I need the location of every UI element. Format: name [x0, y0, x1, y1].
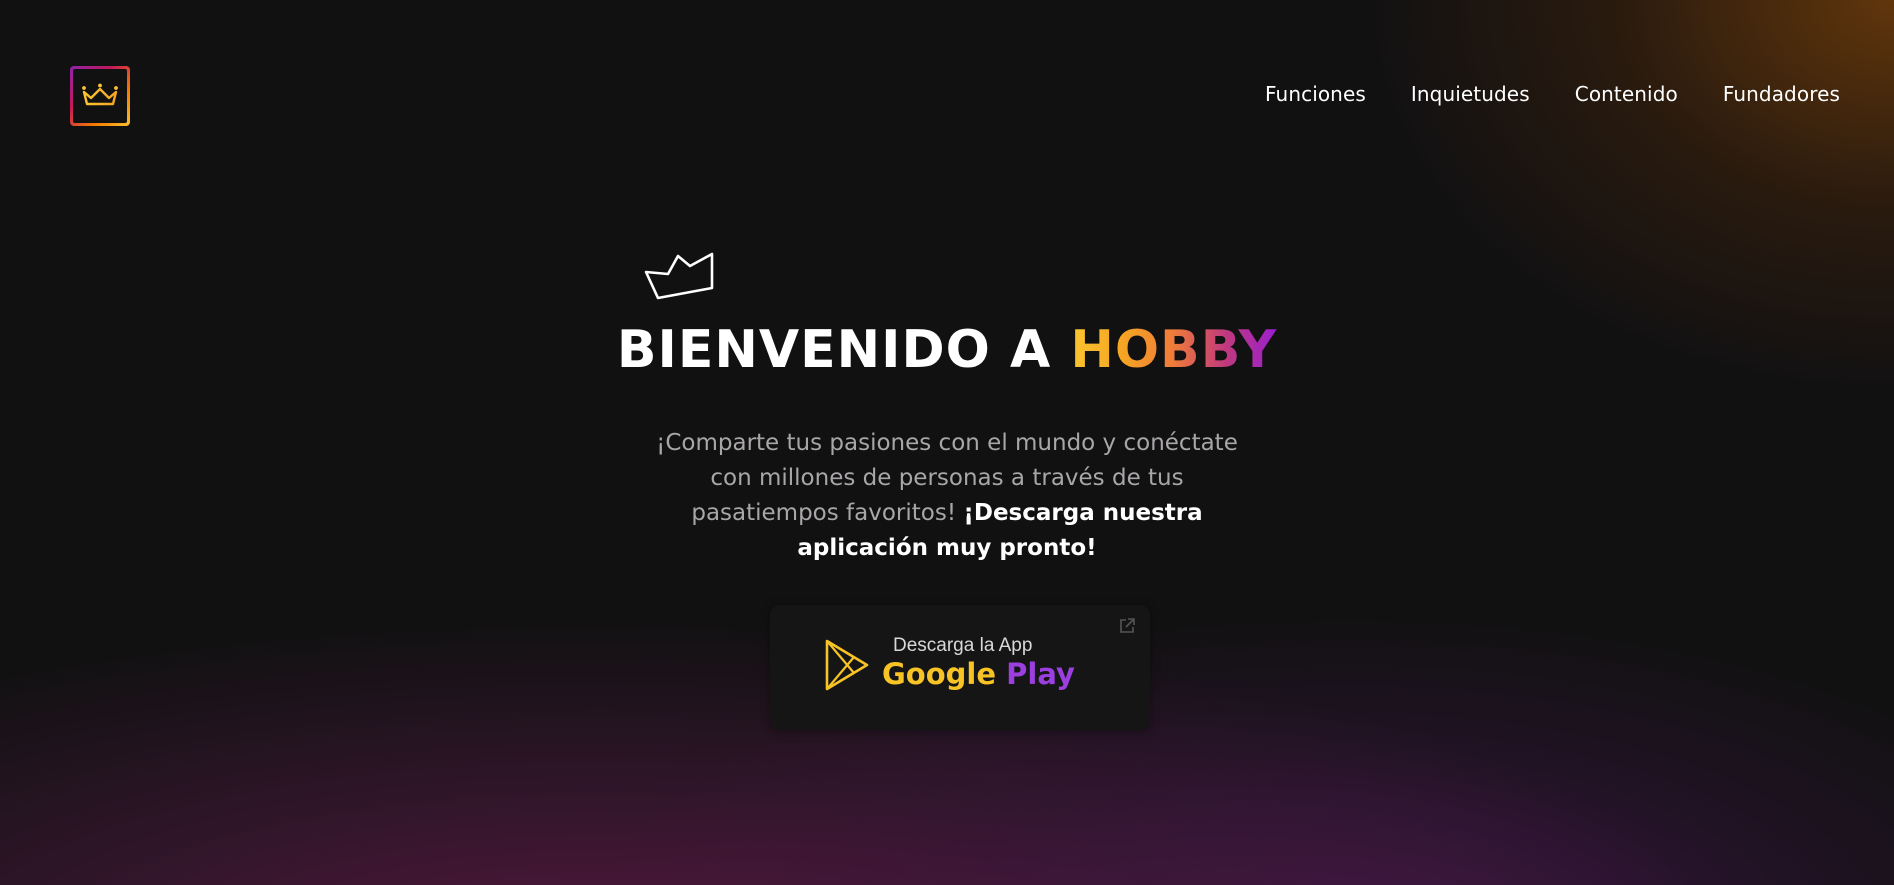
crown-icon — [82, 83, 118, 109]
download-small-label: Descarga la App — [893, 635, 1033, 656]
google-play-download-button[interactable]: Descarga la App Google Play — [770, 605, 1150, 730]
hero-title: BIENVENIDO A HOBBY — [0, 320, 1894, 380]
crown-outline-icon — [644, 252, 714, 300]
google-play-icon — [825, 639, 869, 691]
main-nav: Funciones Inquietudes Contenido Fundador… — [1265, 82, 1840, 106]
nav-link-funciones[interactable]: Funciones — [1265, 82, 1366, 106]
logo-inner — [73, 69, 127, 123]
store-name-play: Play — [1006, 657, 1075, 691]
nav-link-inquietudes[interactable]: Inquietudes — [1411, 82, 1530, 106]
hero-title-brand: HOBBY — [1070, 320, 1278, 380]
logo[interactable] — [70, 66, 130, 126]
nav-link-fundadores[interactable]: Fundadores — [1723, 82, 1840, 106]
hero-title-prefix: BIENVENIDO A — [616, 320, 1071, 380]
external-link-icon — [1120, 618, 1135, 633]
hero-description: ¡Comparte tus pasiones con el mundo y co… — [647, 426, 1247, 566]
store-name-google: Google — [882, 657, 997, 691]
store-name: Google Play — [882, 657, 1075, 691]
nav-link-contenido[interactable]: Contenido — [1575, 82, 1678, 106]
